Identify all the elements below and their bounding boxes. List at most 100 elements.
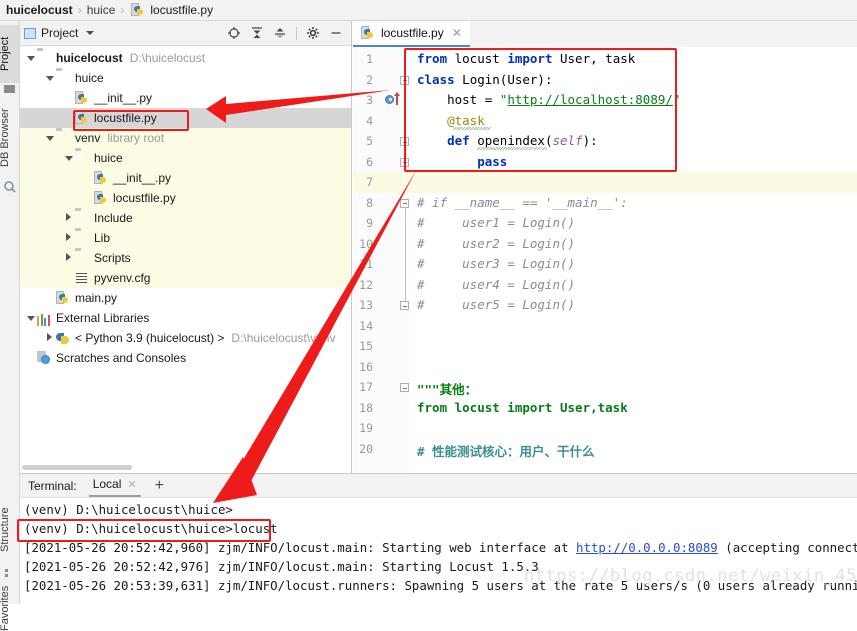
tree-item-main-py[interactable]: main.py: [20, 288, 351, 308]
warning-squiggle: [453, 126, 491, 130]
tree-item-label: pyvenv.cfg: [94, 271, 151, 285]
tree-item-locustfile-py[interactable]: locustfile.py: [20, 108, 351, 128]
tree-item-include[interactable]: Include: [20, 208, 351, 228]
project-tree-horizontal-scrollbar[interactable]: [20, 462, 352, 472]
tree-item-init-py[interactable]: __init__.py: [20, 168, 351, 188]
tree-item-sublabel: D:\huicelocust\venv: [231, 331, 336, 345]
code-line-1[interactable]: from locust import User, task: [417, 51, 635, 66]
sidebar-item-favorites[interactable]: Favorites: [0, 586, 19, 631]
terminal-tab-label: Local: [92, 477, 122, 491]
sidebar-item-project[interactable]: Project: [0, 25, 19, 83]
project-panel-title-group[interactable]: Project: [24, 26, 95, 40]
tree-item-label: Include: [94, 211, 133, 225]
run-arrow-marker-icon[interactable]: [394, 92, 399, 105]
tree-item-pyvenv-cfg[interactable]: pyvenv.cfg: [20, 268, 351, 288]
code-line-4[interactable]: @task: [417, 113, 485, 128]
line-number: 14: [359, 318, 373, 333]
code-line-11[interactable]: # user3 = Login(): [417, 256, 575, 271]
project-tree[interactable]: huicelocust D:\huicelocust huice __init__.p…: [20, 46, 351, 368]
code-fold-icon[interactable]: [400, 301, 409, 310]
chevron-right-icon[interactable]: [62, 253, 75, 263]
tree-item-init-py[interactable]: __init__.py: [20, 88, 351, 108]
tree-item-huicelocust[interactable]: huicelocust D:\huicelocust: [20, 48, 351, 68]
python-interpreter-icon: [56, 331, 71, 346]
chevron-down-icon[interactable]: [24, 313, 37, 323]
breadcrumb-file[interactable]: locustfile.py: [150, 3, 213, 17]
tree-item-scratches-and-consoles[interactable]: Scratches and Consoles: [20, 348, 351, 368]
code-fold-icon[interactable]: [400, 157, 409, 167]
code-line-17[interactable]: """其他：: [417, 379, 477, 398]
bookmark-marker-icon[interactable]: [385, 95, 394, 104]
breadcrumb-root[interactable]: huicelocust: [6, 3, 73, 17]
tree-item-label: huicelocust: [56, 51, 123, 65]
folder-icon: [75, 251, 90, 266]
settings-gear-icon[interactable]: [306, 26, 320, 40]
tree-item-huice[interactable]: huice: [20, 68, 351, 88]
add-tab-icon[interactable]: +: [155, 477, 164, 494]
code-line-3[interactable]: host = "http://localhost:8089/": [417, 92, 680, 107]
line-number: 16: [359, 359, 373, 374]
tree-item-venv[interactable]: venv library root: [20, 128, 351, 148]
terminal-line-4[interactable]: [2021-05-26 20:53:39,631] zjm/INFO/locus…: [24, 576, 857, 595]
chevron-down-icon[interactable]: [86, 31, 95, 35]
chevron-down-icon[interactable]: [62, 153, 75, 163]
code-line-10[interactable]: # user2 = Login(): [417, 236, 575, 251]
code-line-row: [409, 357, 857, 378]
db-browser-icon: [4, 181, 16, 193]
folder-icon: [37, 51, 52, 66]
project-icon: [4, 83, 16, 95]
terminal-tab-local[interactable]: Local ✕: [88, 474, 141, 497]
code-fold-icon[interactable]: [400, 383, 409, 392]
sidebar-item-db-browser[interactable]: DB Browser: [0, 101, 19, 175]
terminal-line-0[interactable]: (venv) D:\huicelocust\huice>: [24, 500, 857, 519]
python-file-icon: [75, 110, 90, 126]
close-icon[interactable]: ✕: [452, 26, 462, 40]
external-libraries-icon: [37, 311, 52, 326]
tree-item-lib[interactable]: Lib: [20, 228, 351, 248]
code-line-6[interactable]: pass: [417, 154, 507, 169]
tab-locustfile[interactable]: locustfile.py ✕: [353, 21, 470, 47]
line-number: 13: [359, 298, 373, 312]
chevron-right-icon[interactable]: [62, 233, 75, 243]
hide-panel-icon[interactable]: [329, 26, 343, 40]
close-icon[interactable]: ✕: [127, 478, 136, 491]
expand-all-icon[interactable]: [273, 26, 287, 40]
tree-item-huice[interactable]: huice: [20, 148, 351, 168]
locate-in-tree-icon[interactable]: [227, 26, 241, 40]
terminal-line-3[interactable]: [2021-05-26 20:52:42,976] zjm/INFO/locus…: [24, 557, 857, 576]
editor-tabbar: locustfile.py ✕: [353, 21, 857, 48]
terminal-output[interactable]: (venv) D:\huicelocust\huice> (venv) D:\hu…: [20, 498, 857, 595]
structure-icon: [4, 567, 16, 579]
code-line-9[interactable]: # user1 = Login(): [417, 215, 575, 230]
code-line-20[interactable]: # 性能测试核心：用户、干什么: [417, 441, 595, 460]
code-line-12[interactable]: # user4 = Login(): [417, 277, 575, 292]
chevron-down-icon[interactable]: [43, 73, 56, 83]
line-number: 10: [359, 236, 373, 251]
chevron-down-icon[interactable]: [24, 53, 37, 63]
tree-item-python-3-9-huicelocust[interactable]: < Python 3.9 (huicelocust) > D:\huicelocu…: [20, 328, 351, 348]
terminal-line-2[interactable]: [2021-05-26 20:52:42,960] zjm/INFO/locus…: [24, 538, 857, 557]
sidebar-item-structure[interactable]: Structure: [0, 499, 19, 561]
chevron-down-icon[interactable]: [43, 133, 56, 143]
tree-item-label: venv: [75, 131, 101, 145]
terminal-line-1[interactable]: (venv) D:\huicelocust\huice>locust: [24, 519, 857, 538]
breadcrumb-folder[interactable]: huice: [87, 3, 116, 17]
collapse-all-icon[interactable]: [250, 26, 264, 40]
code-line-18[interactable]: from locust import User,task: [417, 400, 628, 415]
tree-item-locustfile-py[interactable]: locustfile.py: [20, 188, 351, 208]
tree-item-label: main.py: [75, 291, 118, 305]
editor-code-area[interactable]: from locust import User, task class Login…: [409, 47, 857, 473]
chevron-right-icon[interactable]: [62, 213, 75, 223]
tree-item-label: locustfile.py: [113, 191, 176, 205]
code-line-5[interactable]: def openindex(self):: [417, 133, 598, 148]
tree-item-label: Lib: [94, 231, 111, 245]
code-line-row: [409, 172, 857, 193]
code-line-8[interactable]: # if __name__ == '__main__':: [417, 195, 628, 210]
code-line-13[interactable]: # user5 = Login(): [417, 297, 575, 312]
tree-item-external-libraries[interactable]: External Libraries: [20, 308, 351, 328]
tree-item-scripts[interactable]: Scripts: [20, 248, 351, 268]
editor-gutter[interactable]: 1 2 3 4 5 6 7 8 9 10 11 12 13 14 15 16 17 18 19 20: [353, 47, 410, 473]
code-line-2[interactable]: class Login(User):: [417, 72, 552, 87]
folder-icon: [75, 211, 90, 226]
chevron-right-icon[interactable]: [43, 333, 56, 343]
